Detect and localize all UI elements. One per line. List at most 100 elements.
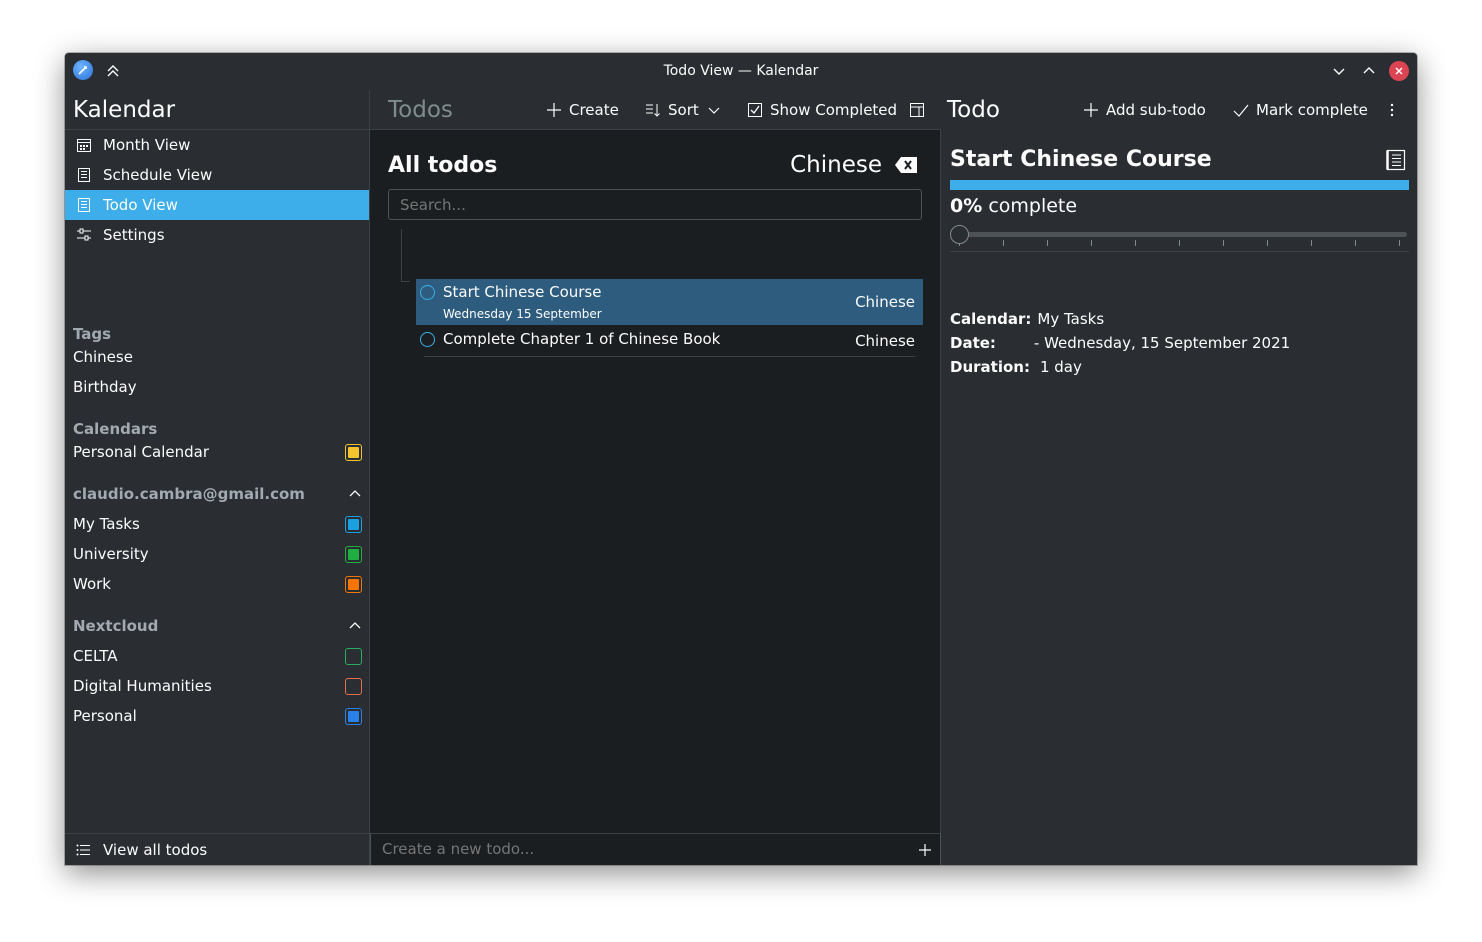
todo-date: Wednesday 15 September (443, 307, 602, 321)
nav-todo-view[interactable]: Todo View (65, 190, 369, 220)
calendar-color-bar (950, 180, 1409, 190)
calendar-label: University (73, 545, 149, 563)
create-button[interactable]: Create (546, 99, 619, 121)
slider-tick (1135, 240, 1136, 246)
close-button[interactable] (1389, 61, 1409, 81)
completion-slider[interactable] (959, 232, 1407, 237)
calendar-color-checkbox[interactable] (345, 707, 362, 725)
page-title: Todos (388, 97, 453, 123)
sidebar: Kalendar Month View Schedule View Todo V… (65, 90, 370, 865)
tag-chinese[interactable]: Chinese (73, 342, 362, 372)
plus-icon (546, 102, 562, 118)
date-field: Date: - Wednesday, 15 September 2021 (950, 334, 1290, 352)
minimize-button[interactable] (1329, 61, 1349, 81)
todo-item[interactable]: Start Chinese Course Wednesday 15 Septem… (416, 279, 923, 325)
calendar-label: Personal Calendar (73, 443, 209, 461)
slider-tick (1179, 240, 1180, 246)
calendar-color-checkbox[interactable] (345, 647, 362, 665)
calendar-work[interactable]: Work (73, 569, 362, 599)
toggle-sidebar-button[interactable] (909, 99, 925, 121)
field-value: - Wednesday, 15 September 2021 (1033, 334, 1291, 352)
nav-label: Month View (103, 136, 191, 154)
calendar-color-checkbox[interactable] (345, 677, 362, 695)
calendar-my-tasks[interactable]: My Tasks (73, 509, 362, 539)
nav-label: Schedule View (103, 166, 213, 184)
clear-filter-icon[interactable] (894, 156, 918, 174)
calendar-color-checkbox[interactable] (345, 545, 362, 563)
chevron-down-icon (708, 104, 720, 116)
field-label: Calendar: (950, 310, 1032, 328)
nav-schedule-view[interactable]: Schedule View (65, 160, 369, 190)
show-completed-button[interactable]: Show Completed (747, 99, 897, 121)
app-window: Todo View — Kalendar Kalendar Month View… (65, 53, 1417, 865)
slider-handle[interactable] (950, 225, 969, 244)
slider-tick (1223, 240, 1224, 246)
checkmark-icon (1233, 102, 1249, 118)
calendar-label: Work (73, 575, 111, 593)
sort-button[interactable]: Sort (645, 99, 720, 121)
new-todo-input[interactable] (371, 834, 901, 864)
calendars-section-title: Calendars (73, 420, 158, 438)
nav-label: Todo View (103, 196, 178, 214)
search-input[interactable] (388, 189, 922, 220)
tree-connector (401, 281, 410, 282)
view-all-todos-button[interactable]: View all todos (65, 834, 369, 865)
field-value: My Tasks (1037, 310, 1105, 328)
todo-tag[interactable]: Chinese (855, 332, 915, 350)
slider-tick (1311, 240, 1312, 246)
todo-title: Start Chinese Course (443, 283, 602, 301)
todo-item[interactable]: Complete Chapter 1 of Chinese Book Chine… (420, 326, 915, 357)
sort-label: Sort (668, 101, 699, 119)
calendar-month-icon (75, 136, 93, 154)
checkbox-icon (747, 102, 763, 118)
nextcloud-section-header[interactable]: Nextcloud (73, 611, 362, 641)
slider-tick (1091, 240, 1092, 246)
divider (950, 251, 1409, 252)
percent-value: 0% (950, 195, 983, 217)
app-heading: Kalendar (73, 97, 176, 123)
percent-suffix: complete (988, 195, 1078, 217)
todo-checkbox[interactable] (420, 285, 435, 300)
more-vertical-icon (1389, 102, 1395, 118)
calendar-personal[interactable]: Personal (73, 701, 362, 731)
calendar-label: CELTA (73, 647, 118, 665)
overflow-menu-button[interactable] (1389, 99, 1395, 121)
calendar-university[interactable]: University (73, 539, 362, 569)
mark-complete-button[interactable]: Mark complete (1233, 99, 1368, 121)
list-bullet-icon (75, 841, 93, 859)
tag-birthday[interactable]: Birthday (73, 372, 362, 402)
calendar-celta[interactable]: CELTA (73, 641, 362, 671)
detail-toolbar: Todo Add sub-todo Mark complete (941, 90, 1417, 130)
tag-label: Chinese (73, 348, 133, 366)
slider-tick (1047, 240, 1048, 246)
nav-month-view[interactable]: Month View (65, 130, 369, 160)
todos-toolbar: Todos Create Sort Show Completed (370, 90, 941, 130)
todo-checkbox[interactable] (420, 332, 435, 347)
todo-tag[interactable]: Chinese (855, 293, 915, 311)
calendar-digital-humanities[interactable]: Digital Humanities (73, 671, 362, 701)
calendar-color-checkbox[interactable] (345, 575, 362, 593)
list-icon (75, 196, 93, 214)
list-icon (75, 166, 93, 184)
calendar-label: My Tasks (73, 515, 140, 533)
account-section-header[interactable]: claudio.cambra@gmail.com (73, 479, 362, 509)
tag-label: Birthday (73, 378, 137, 396)
slider-tick (1267, 240, 1268, 246)
maximize-button[interactable] (1359, 61, 1379, 81)
add-subtodo-button[interactable]: Add sub-todo (1083, 99, 1206, 121)
calendar-color-checkbox[interactable] (345, 443, 362, 461)
calendar-color-checkbox[interactable] (345, 515, 362, 533)
tree-connector (401, 229, 402, 282)
chevron-up-icon[interactable] (348, 619, 362, 633)
add-todo-icon[interactable] (918, 842, 932, 856)
calendar-field: Calendar: My Tasks (950, 310, 1104, 328)
filter-tag: Chinese (790, 152, 882, 178)
chevron-up-icon[interactable] (348, 487, 362, 501)
window-title: Todo View — Kalendar (663, 63, 819, 79)
show-completed-label: Show Completed (770, 101, 898, 119)
add-subtodo-label: Add sub-todo (1106, 101, 1206, 119)
calendar-personal-calendar[interactable]: Personal Calendar (73, 437, 362, 467)
new-todo-bar (370, 833, 941, 865)
slider-tick (1399, 240, 1400, 246)
nav-settings[interactable]: Settings (65, 220, 369, 250)
